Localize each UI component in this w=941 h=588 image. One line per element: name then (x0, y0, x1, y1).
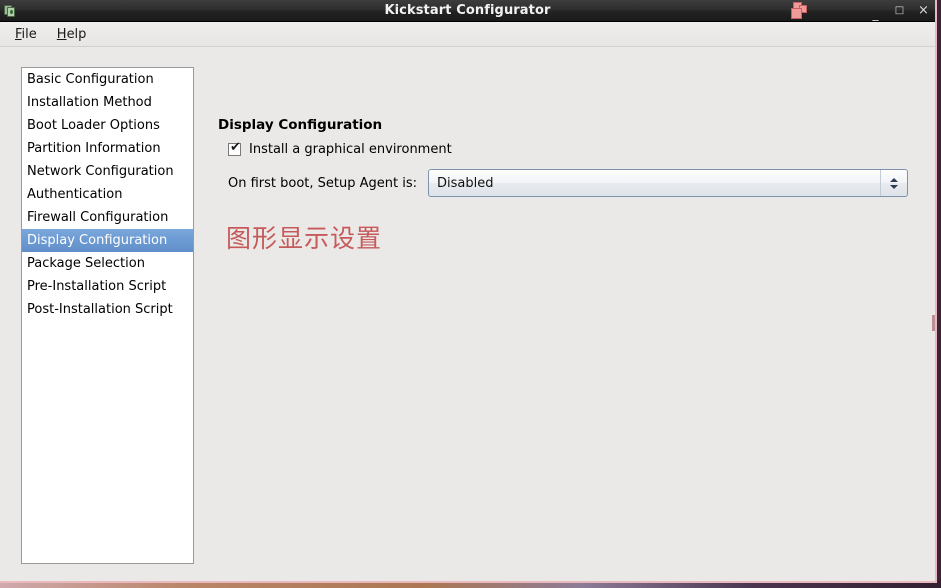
navigation-list[interactable]: Basic Configuration Installation Method … (21, 67, 194, 564)
scroll-nub[interactable] (932, 315, 935, 331)
install-graphical-environment-row[interactable]: ✔ Install a graphical environment (228, 140, 452, 157)
app-icon (3, 3, 19, 19)
close-icon[interactable]: × (918, 4, 929, 17)
menu-bar: File Help (0, 22, 935, 47)
checkmark-icon: ✔ (230, 140, 241, 155)
application-window: Kickstart Configurator _ □ × File Help B… (0, 0, 937, 583)
sidebar-item-pre-installation-script[interactable]: Pre-Installation Script (22, 275, 193, 298)
maximize-icon[interactable]: □ (894, 5, 905, 16)
window-content: Basic Configuration Installation Method … (0, 47, 935, 581)
title-bar[interactable]: Kickstart Configurator _ □ × (0, 0, 935, 22)
sidebar-item-basic-configuration[interactable]: Basic Configuration (22, 68, 193, 91)
sidebar-item-authentication[interactable]: Authentication (22, 183, 193, 206)
sidebar-item-post-installation-script[interactable]: Post-Installation Script (22, 298, 193, 321)
menu-file[interactable]: File (7, 25, 45, 44)
sidebar-item-display-configuration[interactable]: Display Configuration (22, 229, 193, 252)
install-graphical-environment-label: Install a graphical environment (249, 142, 452, 157)
page-title: Display Configuration (218, 117, 383, 133)
menu-help[interactable]: Help (49, 25, 95, 44)
setup-agent-select[interactable]: Disabled (428, 169, 908, 197)
setup-agent-value: Disabled (437, 175, 494, 191)
sidebar-item-boot-loader-options[interactable]: Boot Loader Options (22, 114, 193, 137)
sidebar-item-firewall-configuration[interactable]: Firewall Configuration (22, 206, 193, 229)
window-controls[interactable]: _ □ × (870, 0, 929, 21)
sidebar-item-package-selection[interactable]: Package Selection (22, 252, 193, 275)
annotation-text: 图形显示设置 (226, 224, 383, 253)
sidebar-item-partition-information[interactable]: Partition Information (22, 137, 193, 160)
setup-agent-row: On first boot, Setup Agent is: Disabled (228, 169, 908, 197)
tiled-windows-icon[interactable] (789, 1, 809, 21)
install-graphical-environment-checkbox[interactable]: ✔ (228, 140, 241, 156)
sidebar-item-installation-method[interactable]: Installation Method (22, 91, 193, 114)
setup-agent-label: On first boot, Setup Agent is: (228, 175, 418, 191)
minimize-icon[interactable]: _ (870, 8, 881, 20)
chevron-updown-icon[interactable] (880, 170, 907, 196)
sidebar-item-network-configuration[interactable]: Network Configuration (22, 160, 193, 183)
